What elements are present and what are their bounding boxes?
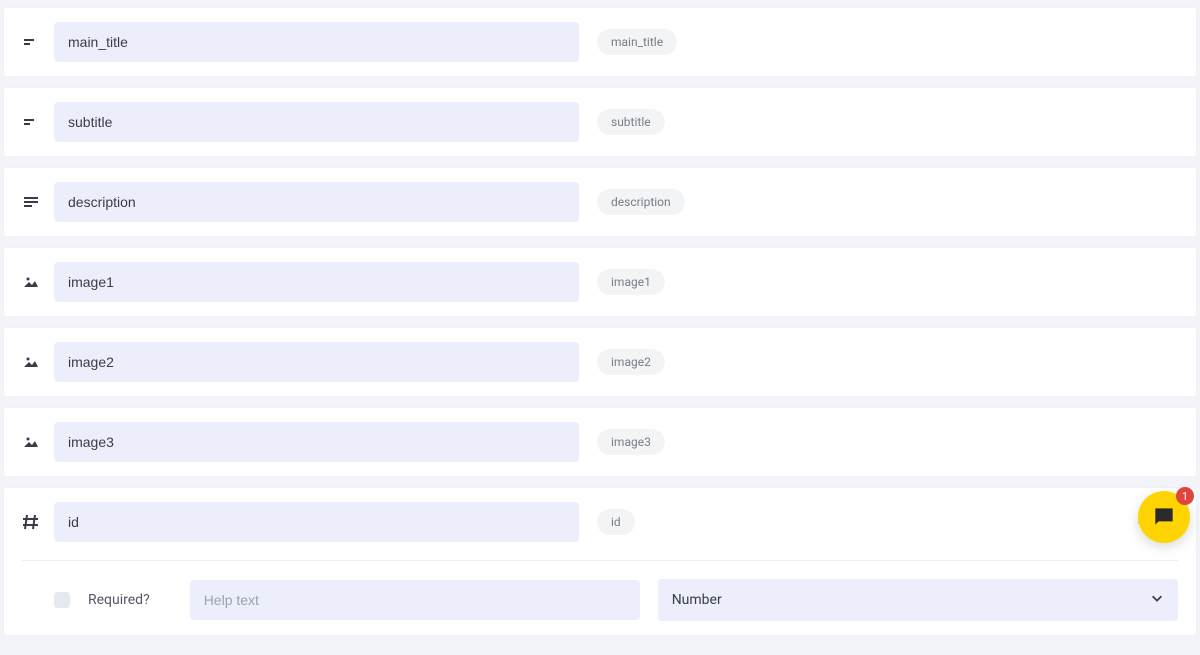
field-card: image1	[4, 248, 1196, 316]
field-slug-pill: image2	[597, 349, 665, 375]
short-text-icon	[22, 33, 40, 51]
field-slug-pill: image3	[597, 429, 665, 455]
image-icon	[22, 273, 40, 291]
field-type-selected: Number	[672, 592, 722, 608]
required-label: Required?	[88, 592, 150, 608]
chevron-down-icon	[1150, 591, 1164, 609]
long-text-icon	[22, 193, 40, 211]
chat-badge: 1	[1176, 487, 1194, 505]
fields-list: main_title subtitle description	[0, 0, 1200, 655]
field-card: main_title	[4, 8, 1196, 76]
field-type-select[interactable]: Number	[658, 579, 1178, 621]
field-name-input[interactable]	[54, 342, 579, 382]
field-name-input[interactable]	[54, 502, 579, 542]
chat-launcher[interactable]: 1	[1138, 491, 1190, 543]
field-name-input[interactable]	[54, 262, 579, 302]
field-slug-pill: description	[597, 189, 685, 215]
short-text-icon	[22, 113, 40, 131]
field-name-input[interactable]	[54, 422, 579, 462]
field-name-input[interactable]	[54, 102, 579, 142]
field-card: subtitle	[4, 88, 1196, 156]
image-icon	[22, 353, 40, 371]
hash-icon	[22, 513, 40, 531]
field-card: image2	[4, 328, 1196, 396]
field-slug-pill: image1	[597, 269, 665, 295]
field-name-input[interactable]	[54, 182, 579, 222]
field-card: image3	[4, 408, 1196, 476]
required-checkbox[interactable]	[54, 592, 70, 608]
field-name-input[interactable]	[54, 22, 579, 62]
help-text-input[interactable]	[190, 580, 640, 620]
field-details: Required? Number	[22, 560, 1178, 621]
field-slug-pill: subtitle	[597, 109, 665, 135]
field-card: description	[4, 168, 1196, 236]
field-slug-pill: main_title	[597, 29, 677, 55]
field-slug-pill: id	[597, 509, 635, 535]
image-icon	[22, 433, 40, 451]
field-card-active: id Required? Number	[4, 488, 1196, 635]
